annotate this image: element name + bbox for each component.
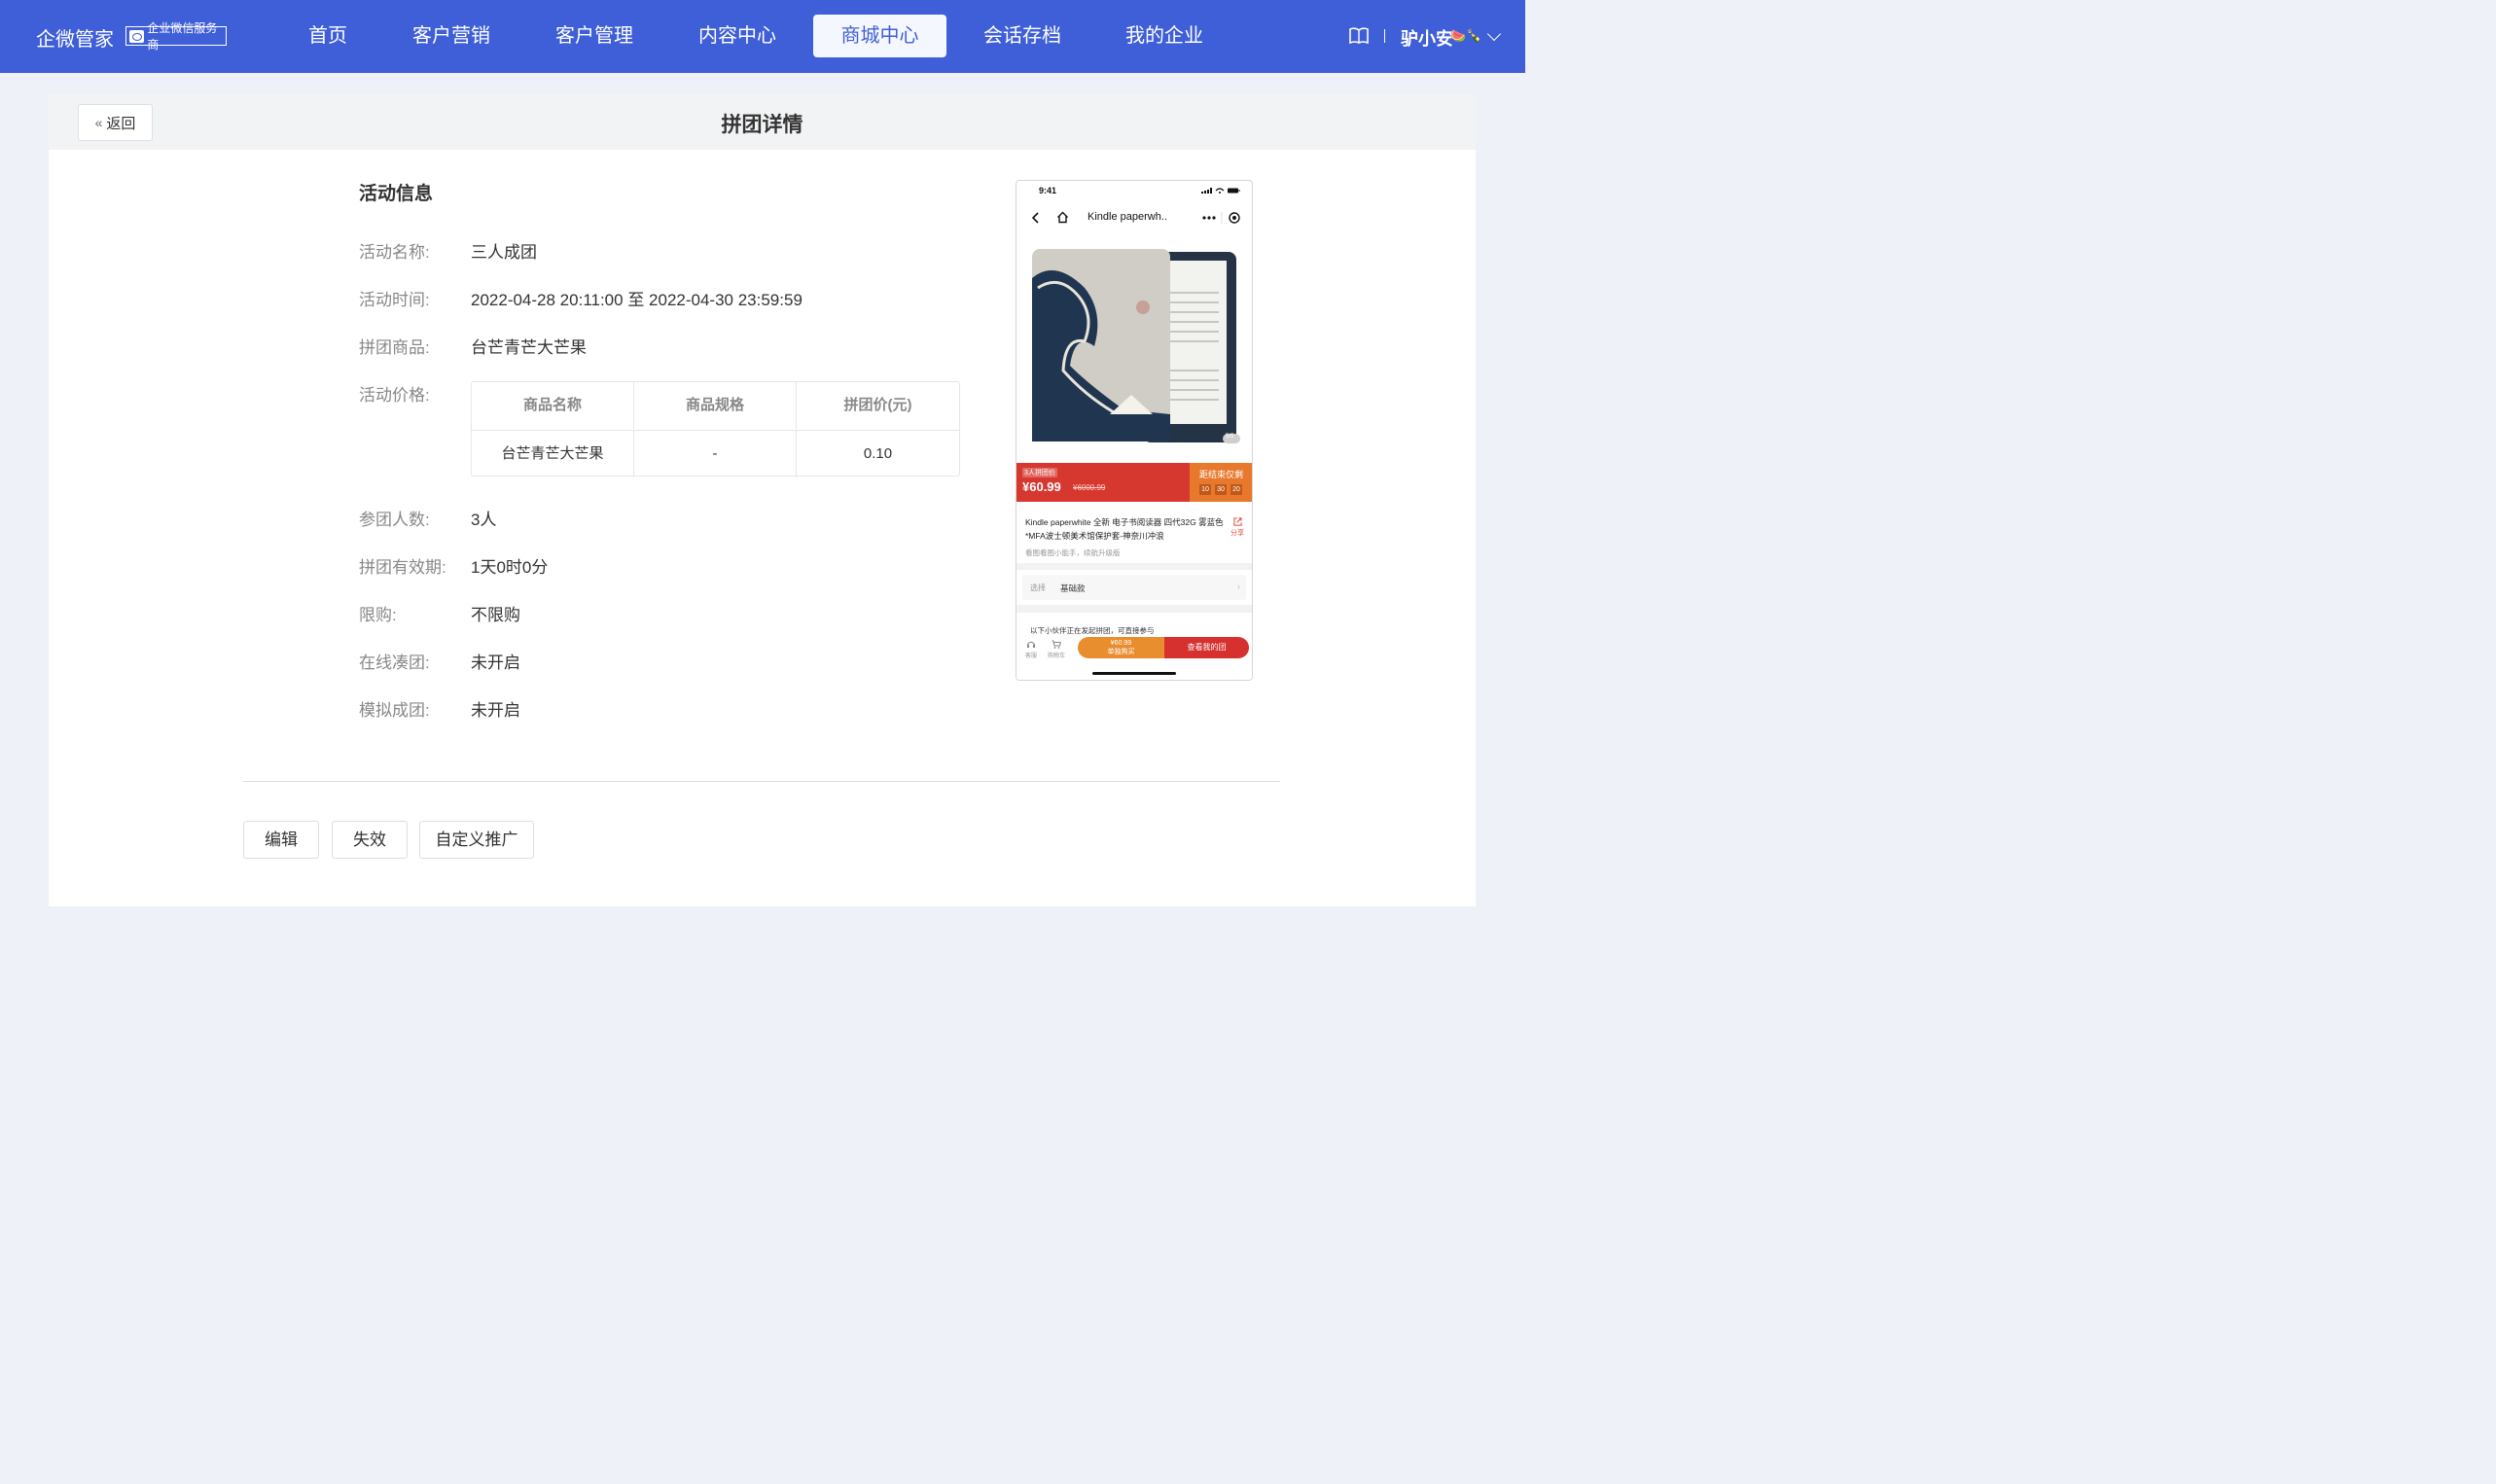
value-simulated-group: 未开启	[471, 701, 520, 720]
label-activity-time: 活动时间:	[359, 291, 430, 309]
phone-preview: 9:41 Kindle paperwh.. 5/5 3人拼团价 ¥60.99 ¥…	[1016, 180, 1253, 681]
header-separator	[1384, 29, 1385, 43]
label-simulated-group: 模拟成团:	[359, 701, 430, 720]
label-validity: 拼团有效期:	[359, 558, 446, 577]
td-group-price: 0.10	[863, 445, 893, 462]
label-activity-name: 活动名称:	[359, 243, 430, 262]
value-online-group: 未开启	[471, 654, 520, 672]
select-label: 选择	[1030, 583, 1046, 592]
td-product-name: 台芒青芒大芒果	[472, 431, 634, 477]
value-group-size: 3人	[471, 511, 497, 529]
section-title: 活动信息	[359, 184, 434, 204]
user-emoji: 🍉🍾	[1450, 28, 1482, 43]
countdown-seconds: 20	[1230, 484, 1242, 495]
custom-promotion-button[interactable]: 自定义推广	[419, 821, 534, 859]
value-validity: 1天0时0分	[471, 558, 549, 577]
main-nav: 首页 客户营销 客户管理 内容中心 商城中心 会话存档 我的企业	[0, 0, 1525, 73]
image-counter: 5/5	[1226, 434, 1234, 440]
chevron-right-icon: ›	[1237, 582, 1240, 591]
back-arrow-icon[interactable]	[1032, 212, 1040, 224]
home-icon[interactable]	[1056, 211, 1069, 224]
label-activity-price: 活动价格:	[359, 386, 430, 405]
double-chevron-left-icon: «	[94, 115, 103, 130]
group-price: ¥60.99	[1022, 479, 1061, 494]
product-image[interactable]: 5/5	[1016, 239, 1252, 463]
nav-content-center[interactable]: 内容中心	[688, 15, 787, 57]
countdown-label: 距结束仅剩	[1199, 470, 1244, 479]
spec-selector[interactable]: 选择 基础款 ›	[1022, 575, 1246, 600]
status-bar-icons	[1201, 188, 1240, 194]
phone-nav-bar: Kindle paperwh..	[1016, 206, 1252, 230]
headset-icon	[1026, 641, 1036, 648]
divider	[243, 781, 1280, 782]
price-band: 3人拼团价 ¥60.99 ¥6000.99 距结束仅剩 10 30 20	[1016, 463, 1252, 502]
nav-session-archive[interactable]: 会话存档	[973, 15, 1072, 57]
price-table: 商品名称 商品规格 拼团价(元) 台芒青芒大芒果 - 0.10	[471, 381, 960, 477]
cart-button[interactable]: 购物车	[1047, 640, 1066, 659]
label-online-group: 在线凑团:	[359, 654, 430, 672]
countdown-panel: 距结束仅剩 10 30 20	[1190, 463, 1252, 502]
card-header: 拼团详情 « 返回	[49, 93, 1476, 150]
countdown-minutes: 30	[1215, 484, 1227, 495]
buy-alone-price: ¥60.99	[1110, 640, 1132, 647]
share-label: 分享	[1230, 530, 1244, 537]
nav-customer-marketing[interactable]: 客户营销	[402, 15, 501, 57]
price-table-header: 商品名称 商品规格 拼团价(元)	[472, 382, 959, 429]
buy-alone-label: 单独购买	[1107, 649, 1135, 655]
value-group-product: 台芒青芒大芒果	[471, 338, 587, 357]
spacer	[1016, 563, 1252, 570]
nav-mall-center[interactable]: 商城中心	[813, 15, 946, 57]
kindle-product-illustration	[1032, 249, 1240, 443]
cart-label: 购物车	[1047, 654, 1065, 659]
back-button[interactable]: « 返回	[78, 104, 153, 141]
service-label: 客服	[1024, 654, 1037, 659]
invalidate-button[interactable]: 失效	[332, 821, 408, 859]
th-group-price: 拼团价(元)	[843, 397, 912, 413]
th-product-name: 商品名称	[472, 382, 634, 429]
nav-my-enterprise[interactable]: 我的企业	[1115, 15, 1214, 57]
value-activity-time: 2022-04-28 20:11:00 至 2022-04-30 23:59:5…	[471, 291, 802, 309]
table-row: 台芒青芒大芒果 - 0.10	[472, 430, 959, 477]
phone-nav-title: Kindle paperwh..	[1088, 211, 1167, 223]
top-nav-bar: 企微管家 企业微信服务商 首页 客户营销 客户管理 内容中心 商城中心 会话存档…	[0, 0, 1525, 73]
group-price-tag: 3人拼团价	[1022, 468, 1057, 477]
capsule-menu-icon[interactable]	[1195, 207, 1243, 229]
view-my-group-button[interactable]: 查看我的团	[1164, 637, 1249, 658]
value-purchase-limit: 不限购	[471, 606, 520, 624]
label-group-size: 参团人数:	[359, 511, 430, 529]
td-product-spec: -	[634, 431, 797, 477]
home-indicator	[1092, 672, 1176, 675]
nav-home[interactable]: 首页	[288, 15, 368, 57]
page-title: 拼团详情	[721, 114, 803, 136]
back-label: 返回	[106, 115, 136, 132]
edit-button[interactable]: 编辑	[243, 821, 319, 859]
product-subtitle: 看图看图小能手，续航升级版	[1025, 548, 1121, 557]
share-button[interactable]: 分享	[1230, 517, 1244, 537]
countdown-hours: 10	[1199, 484, 1211, 495]
nav-customer-management[interactable]: 客户管理	[545, 15, 644, 57]
book-icon[interactable]	[1348, 27, 1370, 45]
phone-time: 9:41	[1039, 186, 1057, 195]
th-product-spec: 商品规格	[634, 382, 797, 429]
original-price: ¥6000.99	[1073, 483, 1106, 492]
label-group-product: 拼团商品:	[359, 338, 430, 357]
buy-alone-button[interactable]: ¥60.99 单独购买	[1078, 637, 1164, 658]
share-icon	[1232, 517, 1242, 526]
username[interactable]: 驴小安	[1401, 25, 1453, 51]
spacer	[1016, 605, 1252, 613]
service-button[interactable]: 客服	[1021, 640, 1041, 659]
detail-card: 拼团详情 « 返回 活动信息 活动名称: 三人成团 活动时间: 2022-04-…	[49, 93, 1476, 906]
select-value: 基础款	[1060, 583, 1086, 593]
product-title: Kindle paperwhite 全新 电子书阅读器 四代32G 雾蓝色*MF…	[1025, 517, 1224, 541]
value-activity-name: 三人成团	[471, 243, 537, 262]
cart-icon	[1052, 640, 1061, 649]
label-purchase-limit: 限购:	[359, 606, 397, 624]
